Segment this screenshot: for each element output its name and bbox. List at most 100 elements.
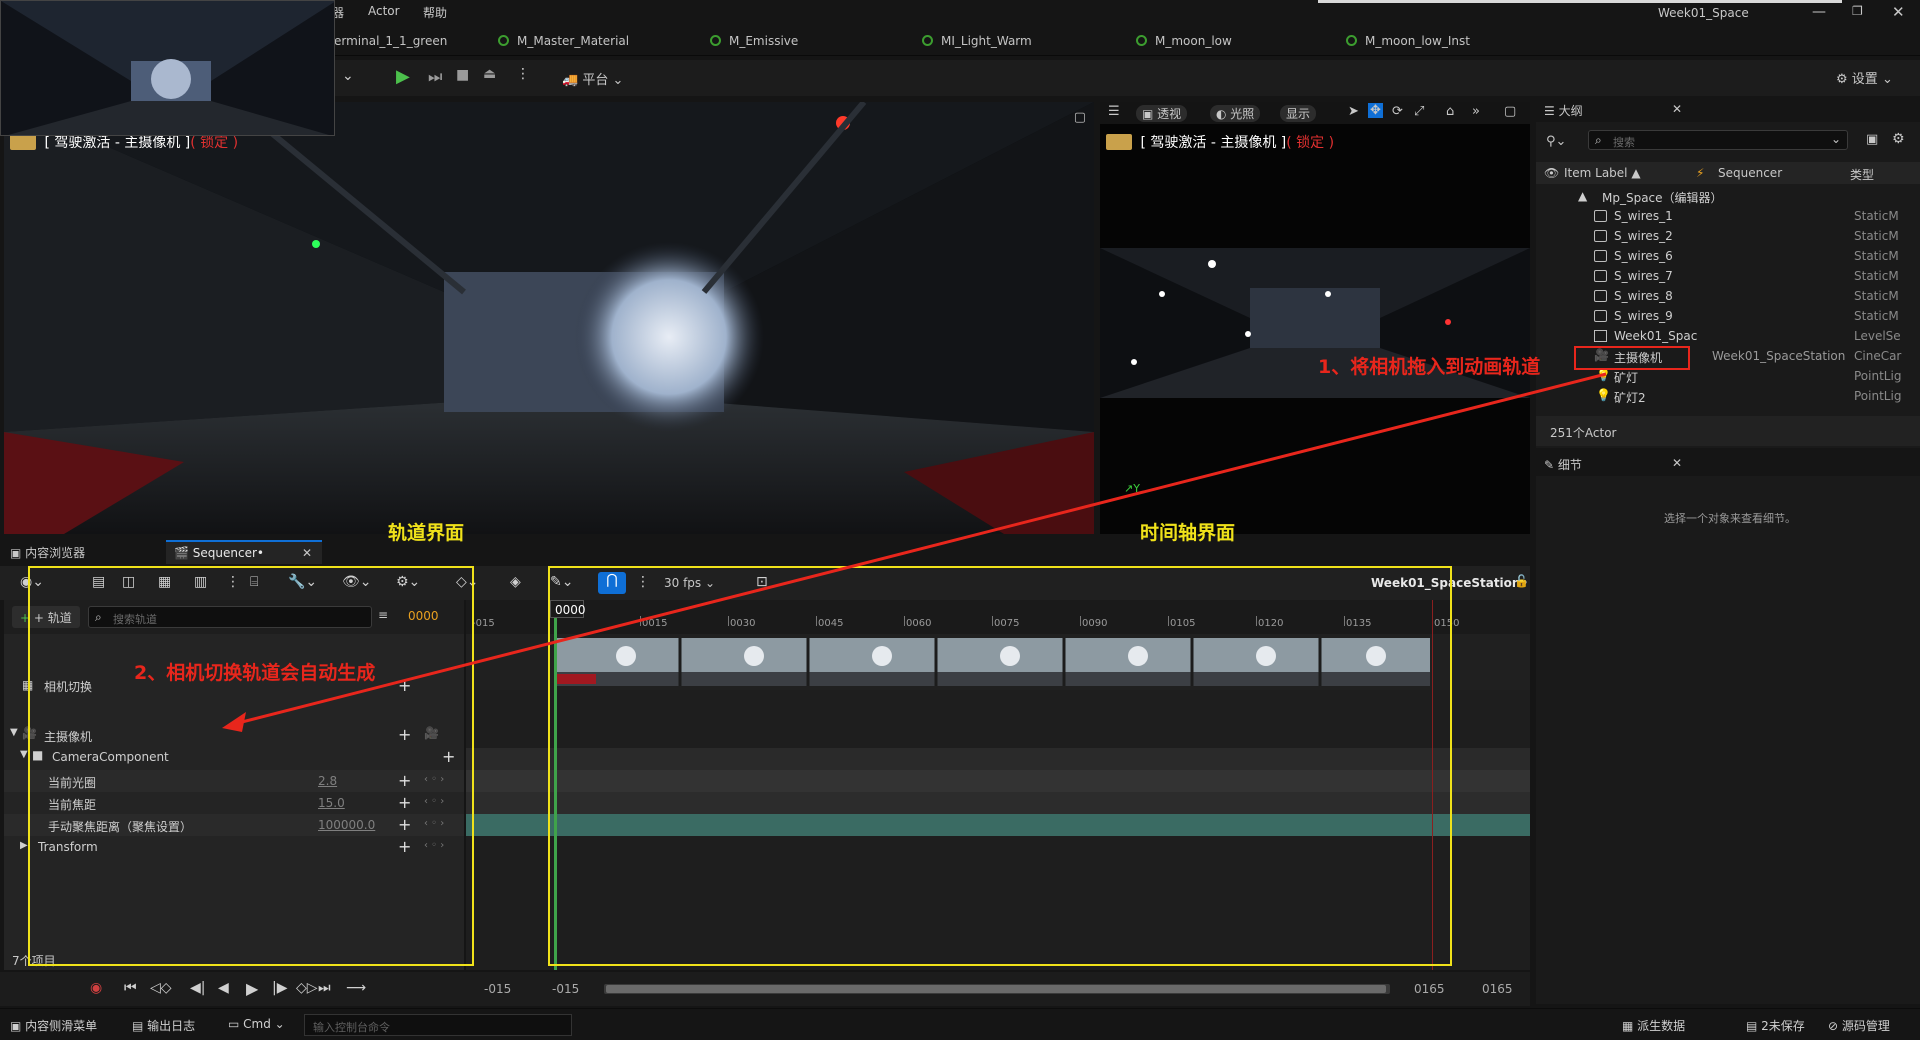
menu-item-actor[interactable]: Actor <box>368 4 400 18</box>
jump-end-icon[interactable]: ⏭ <box>318 980 331 996</box>
unsaved-button[interactable]: ▤ 2未保存 <box>1746 1017 1805 1034</box>
details-empty-text: 选择一个对象来查看细节。 <box>1664 512 1796 525</box>
column-type[interactable]: 类型 <box>1850 166 1874 183</box>
scrollbar-thumb[interactable] <box>606 985 1386 993</box>
level-sequence-icon <box>1594 330 1607 342</box>
content-browser-tab[interactable]: ▣ 内容浏览器 <box>10 544 85 561</box>
preview-thumbnail <box>0 0 335 136</box>
outliner-row[interactable]: Week01_Spac LevelSe <box>1536 326 1920 346</box>
scale-icon[interactable]: ⤢ <box>1414 104 1424 119</box>
lock-icon[interactable]: 🔓 <box>1514 574 1529 588</box>
more-tools-icon[interactable]: » <box>1472 104 1480 119</box>
asset-tab-light-warm[interactable]: MI_Light_Warm <box>922 34 1032 48</box>
details-tab[interactable]: ✎ 细节 <box>1544 456 1582 473</box>
next-key-icon[interactable]: ◇▷ <box>296 980 318 996</box>
column-sequencer[interactable]: Sequencer <box>1718 166 1782 180</box>
console-input[interactable]: 输入控制台命令 <box>304 1014 572 1036</box>
column-item-label[interactable]: Item Label ▲ <box>1564 166 1641 180</box>
outliner-row[interactable]: S_wires_6 StaticM <box>1536 246 1920 266</box>
annotation-step1: 1、将相机拖入到动画轨道 <box>1318 356 1541 378</box>
asset-tab-moon-low[interactable]: M_moon_low <box>1136 34 1232 48</box>
rotate-icon[interactable]: ⟳ <box>1392 104 1403 119</box>
viewport-pilot[interactable]: ☰ ▣ 透视 ◐ 光照 显示 ➤ ✥ ⟳ ⤢ ⌂ » ▢ [ 驾驶激活 - 主摄… <box>1100 102 1530 534</box>
stop-icon[interactable]: ■ <box>456 67 469 83</box>
reverse-play-icon[interactable]: ◀ <box>218 980 229 996</box>
output-log-button[interactable]: ▤ 输出日志 <box>132 1017 195 1034</box>
prev-key-icon[interactable]: ◁◇ <box>150 980 172 996</box>
lit-button[interactable]: ◐ 光照 <box>1210 105 1261 122</box>
gear-icon[interactable]: ⚙ <box>1892 131 1905 147</box>
menu-item-help[interactable]: 帮助 <box>423 4 447 21</box>
surface-snap-icon[interactable]: ⌂ <box>1446 104 1454 119</box>
outliner-search-input[interactable]: ⌕ 搜索 ⌄ <box>1588 130 1848 150</box>
outliner-row[interactable]: S_wires_2 StaticM <box>1536 226 1920 246</box>
filter-icon[interactable]: ⚲⌄ <box>1546 134 1566 149</box>
lightning-icon: ⚡ <box>1696 166 1705 180</box>
outliner-tab[interactable]: ☰ 大纲 <box>1544 102 1583 119</box>
close-icon[interactable]: ✕ <box>1892 3 1905 21</box>
range-end-outer[interactable]: 0165 <box>1482 982 1513 996</box>
camera-icon <box>1106 134 1132 150</box>
jump-start-icon[interactable]: ⏮ <box>124 980 137 996</box>
range-end-inner[interactable]: 0165 <box>1414 982 1445 996</box>
chevron-down-icon[interactable]: ⌄ <box>342 68 354 84</box>
range-start-outer[interactable]: -015 <box>484 982 511 996</box>
collapse-icon[interactable]: ▼ <box>20 749 28 760</box>
outliner-row[interactable]: S_wires_8 StaticM <box>1536 286 1920 306</box>
asset-tab-emissive[interactable]: M_Emissive <box>710 34 798 48</box>
static-mesh-icon <box>1594 270 1607 282</box>
hamburger-icon[interactable]: ☰ <box>1108 104 1120 119</box>
maximize-viewport-icon[interactable]: ▢ <box>1504 104 1516 119</box>
close-icon[interactable]: ✕ <box>1672 102 1682 116</box>
play-icon[interactable]: ▶ <box>396 66 410 87</box>
derived-data-button[interactable]: ▦ 派生数据 <box>1622 1017 1685 1034</box>
camera-highlight-box <box>1574 346 1690 370</box>
eject-icon[interactable]: ⏏ <box>483 66 496 82</box>
collapse-icon[interactable]: ▼ <box>10 727 18 738</box>
content-drawer-button[interactable]: ▣ 内容侧滑菜单 <box>10 1017 97 1034</box>
maximize-icon[interactable]: ❐ <box>1852 4 1863 18</box>
outliner-row[interactable]: 💡 矿灯2 PointLig <box>1536 386 1920 406</box>
outliner-header: 👁 Item Label ▲ ⚡ Sequencer 类型 <box>1536 162 1920 184</box>
show-button[interactable]: 显示 <box>1280 105 1317 122</box>
viewport-main[interactable]: [ 驾驶激活 - 主摄像机 ]( 锁定 ) ▢ <box>4 102 1094 534</box>
maximize-viewport-icon[interactable]: ▢ <box>1074 110 1086 125</box>
point-light-icon: 💡 <box>1596 388 1611 402</box>
eye-icon[interactable]: 👁 <box>1544 166 1559 180</box>
axis-gizmo: ↗Y <box>1124 482 1140 495</box>
timeline-scrollbar[interactable] <box>604 984 1390 994</box>
expand-icon[interactable]: ▶ <box>20 840 28 851</box>
range-start-inner[interactable]: -015 <box>552 982 579 996</box>
select-icon[interactable]: ➤ <box>1348 104 1359 119</box>
step-icon[interactable]: ⏭ <box>428 67 442 87</box>
outliner-row[interactable]: S_wires_9 StaticM <box>1536 306 1920 326</box>
close-icon[interactable]: ✕ <box>302 546 312 560</box>
add-folder-icon[interactable]: ▣ <box>1866 132 1878 147</box>
static-mesh-icon <box>1594 210 1607 222</box>
outliner-row[interactable]: S_wires_1 StaticM <box>1536 206 1920 226</box>
source-control-button[interactable]: ⊘ 源码管理 <box>1828 1017 1890 1034</box>
auto-key-icon[interactable]: ◈ <box>510 574 521 590</box>
minimize-icon[interactable]: — <box>1812 4 1826 20</box>
asset-tab-master-material[interactable]: M_Master_Material <box>498 34 629 48</box>
sequencer-tab[interactable]: 🎬 Sequencer• ✕ <box>166 540 322 564</box>
asset-tab-moon-low-inst[interactable]: M_moon_low_Inst <box>1346 34 1470 48</box>
close-icon[interactable]: ✕ <box>1672 456 1682 470</box>
settings-button[interactable]: ⚙ 设置 ⌄ <box>1836 68 1893 87</box>
outliner-root-row[interactable]: ▲ Mp_Space（编辑器） <box>1536 186 1920 206</box>
next-frame-icon[interactable]: |▶ <box>272 980 287 996</box>
platform-button[interactable]: 🚚 平台 ⌄ <box>562 69 623 88</box>
prev-frame-icon[interactable]: ◀| <box>190 980 205 996</box>
asset-tab-terminal[interactable]: erminal_1_1_green <box>334 34 447 48</box>
material-icon <box>498 35 509 46</box>
viewport-toolbar: ☰ ▣ 透视 ◐ 光照 显示 ➤ ✥ ⟳ ⤢ ⌂ » ▢ <box>1100 102 1530 124</box>
material-icon <box>1136 35 1147 46</box>
outliner-row[interactable]: S_wires_7 StaticM <box>1536 266 1920 286</box>
loop-icon[interactable]: ⟶ <box>346 980 366 996</box>
cmd-dropdown[interactable]: ▭ Cmd ⌄ <box>228 1017 285 1031</box>
move-icon[interactable]: ✥ <box>1368 103 1383 118</box>
more-options-icon[interactable]: ⋮ <box>516 66 530 82</box>
perspective-button[interactable]: ▣ 透视 <box>1136 105 1188 122</box>
record-icon[interactable]: ◉ <box>90 980 102 996</box>
play-icon[interactable]: ▶ <box>246 979 258 998</box>
